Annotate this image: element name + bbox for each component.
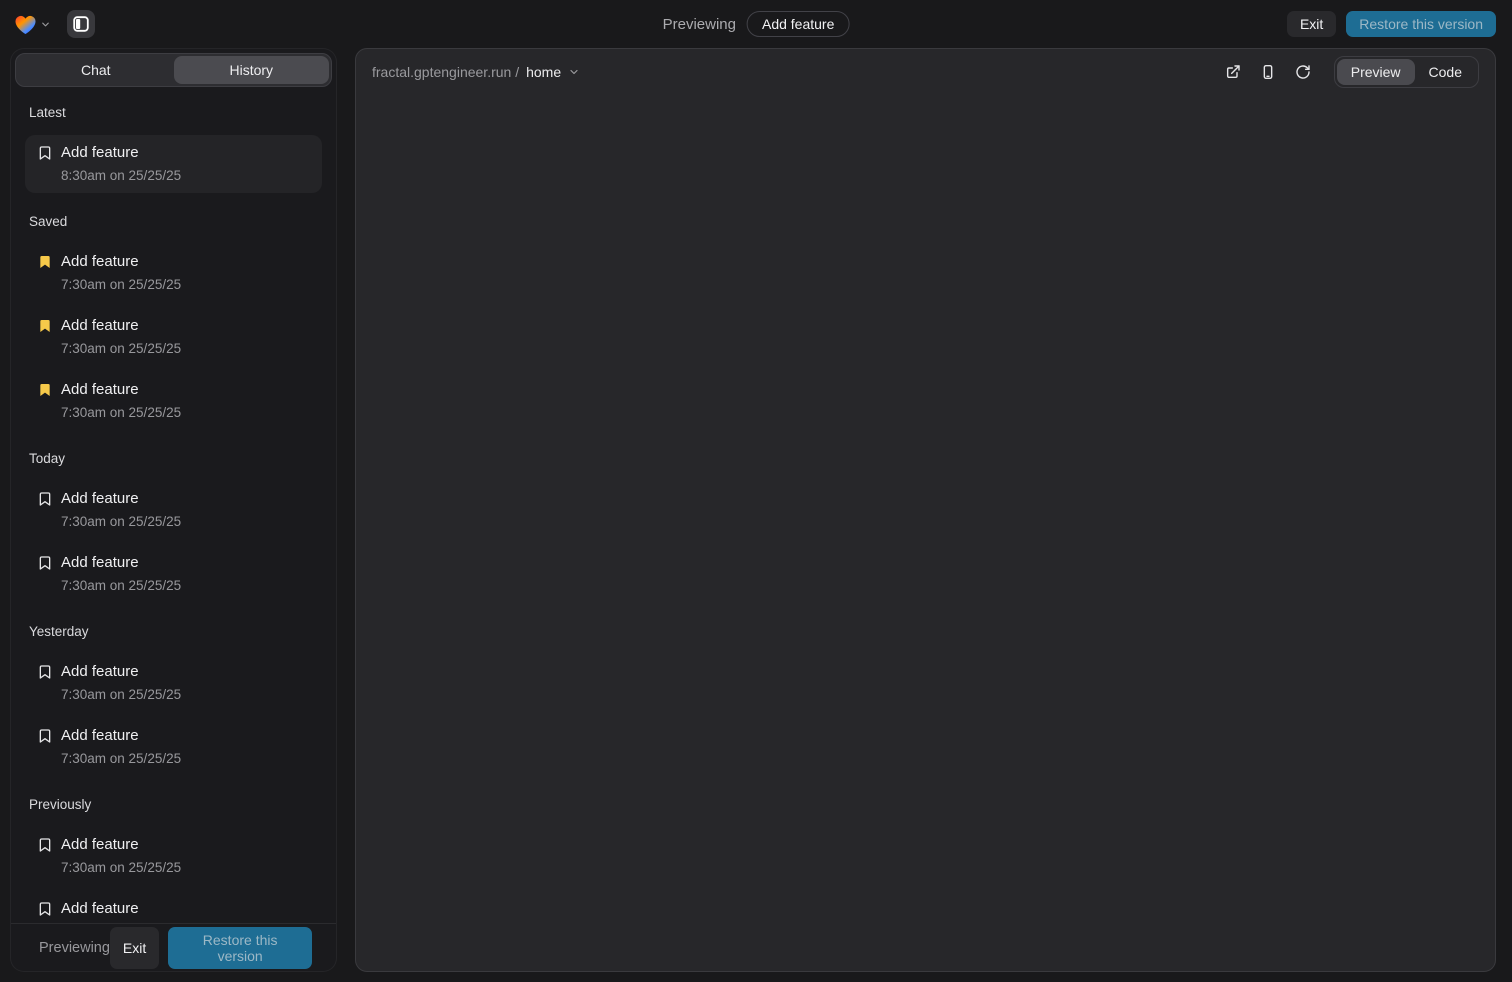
history-item-timestamp: 7:30am on 25/25/25 — [61, 512, 310, 531]
tab-history[interactable]: History — [174, 56, 330, 84]
history-item-title: Add feature — [61, 899, 139, 919]
section-header: Saved — [29, 214, 322, 229]
section-header: Previously — [29, 797, 322, 812]
view-mode-toggle: Preview Code — [1334, 56, 1479, 88]
preview-viewport — [356, 95, 1495, 971]
history-section: Latest Add feature 8:30am on 25/25/25 — [25, 105, 322, 193]
bookmark-filled-icon — [37, 254, 53, 270]
version-badge: Add feature — [747, 11, 849, 37]
bookmark-outline-icon — [37, 901, 53, 917]
url-page: home — [526, 64, 561, 80]
open-in-new-tab-icon — [1225, 64, 1241, 80]
open-in-new-tab-button[interactable] — [1225, 64, 1241, 80]
bookmark-outline-icon — [37, 837, 53, 853]
history-item-timestamp: 7:30am on 25/25/25 — [61, 275, 310, 294]
history-item-title: Add feature — [61, 380, 139, 400]
history-list: Latest Add feature 8:30am on 25/25/25 Saved… — [15, 87, 332, 923]
exit-button[interactable]: Exit — [1287, 11, 1336, 37]
bookmark-outline-icon — [37, 728, 53, 744]
workspace-controls — [12, 10, 95, 38]
history-section: YesterdayAdd feature7:30am on 25/25/25Ad… — [25, 624, 322, 776]
tab-preview[interactable]: Preview — [1337, 59, 1415, 85]
footer-exit-button[interactable]: Exit — [110, 927, 159, 969]
bookmark-filled-icon — [37, 382, 53, 398]
history-item[interactable]: Add feature 7:30am on 25/25/25 — [25, 718, 322, 776]
history-item-timestamp: 7:30am on 25/25/25 — [61, 858, 310, 877]
history-item[interactable]: Add feature 7:30am on 25/25/25 — [25, 308, 322, 366]
history-item[interactable]: Add feature 7:30am on 25/25/25 — [25, 654, 322, 712]
topbar-actions: Exit Restore this version — [1287, 11, 1496, 37]
history-item-title: Add feature — [61, 252, 139, 272]
toggle-sidebar-button[interactable] — [67, 10, 95, 38]
history-item-timestamp: 7:30am on 25/25/25 — [61, 576, 310, 595]
panel-left-icon — [73, 16, 89, 32]
history-section: SavedAdd feature7:30am on 25/25/25Add fe… — [25, 214, 322, 430]
history-item-title: Add feature — [61, 726, 139, 746]
history-item[interactable]: Add feature 7:30am on 25/25/25 — [25, 372, 322, 430]
lovable-heart-logo-icon — [14, 14, 37, 35]
preview-url-selector[interactable]: fractal.gptengineer.run / home — [372, 64, 580, 80]
content-area: Chat History Latest Add feature 8:30am on … — [0, 48, 1512, 982]
footer-previewing-label: Previewing — [39, 940, 110, 956]
sidebar-tabs: Chat History — [15, 53, 332, 87]
restore-version-button[interactable]: Restore this version — [1346, 11, 1496, 37]
refresh-button[interactable] — [1295, 64, 1311, 80]
history-item-title: Add feature — [61, 143, 139, 163]
history-section: Previously Add feature 7:30am on 25/25/25 A… — [25, 797, 322, 923]
history-item[interactable]: Add feature 7:30am on 25/25/25 — [25, 545, 322, 603]
tab-code[interactable]: Code — [1415, 59, 1476, 85]
footer-restore-version-button[interactable]: Restore this version — [168, 927, 312, 969]
previewing-label: Previewing — [663, 16, 736, 33]
history-item-timestamp: 7:30am on 25/25/25 — [61, 685, 310, 704]
history-sidebar: Chat History Latest Add feature 8:30am on … — [10, 48, 337, 972]
history-item-title: Add feature — [61, 835, 139, 855]
history-item-timestamp: 7:30am on 25/25/25 — [61, 339, 310, 358]
preview-topbar: fractal.gptengineer.run / home — [356, 49, 1495, 95]
history-item-title: Add feature — [61, 553, 139, 573]
workspace-menu-button[interactable] — [12, 12, 53, 37]
url-host: fractal.gptengineer.run / — [372, 64, 519, 80]
history-section: TodayAdd feature7:30am on 25/25/25Add fe… — [25, 451, 322, 603]
history-item-title: Add feature — [61, 316, 139, 336]
section-header: Yesterday — [29, 624, 322, 639]
history-item[interactable]: Add feature 8:30am on 25/25/25 — [25, 135, 322, 193]
chevron-down-icon — [568, 66, 580, 78]
bookmark-outline-icon — [37, 555, 53, 571]
preview-actions: Preview Code — [1225, 56, 1479, 88]
history-item-timestamp: 8:30am on 25/25/25 — [61, 166, 310, 185]
history-item[interactable]: Add feature7:30am on 25/25/25 — [25, 891, 322, 923]
history-item[interactable]: Add feature 7:30am on 25/25/25 — [25, 481, 322, 539]
mobile-view-icon — [1260, 64, 1276, 80]
sidebar-footer: Previewing Exit Restore this version — [11, 923, 336, 971]
tab-chat[interactable]: Chat — [18, 56, 174, 84]
history-item[interactable]: Add feature 7:30am on 25/25/25 — [25, 244, 322, 302]
mobile-view-button[interactable] — [1260, 64, 1276, 80]
chevron-down-icon — [40, 19, 51, 30]
history-item[interactable]: Add feature 7:30am on 25/25/25 — [25, 827, 322, 885]
history-item-title: Add feature — [61, 489, 139, 509]
bookmark-outline-icon — [37, 664, 53, 680]
history-item-timestamp: 7:30am on 25/25/25 — [61, 749, 310, 768]
section-header: Today — [29, 451, 322, 466]
preview-status: Previewing Add feature — [663, 11, 850, 37]
bookmark-filled-icon — [37, 318, 53, 334]
bookmark-outline-icon — [37, 145, 53, 161]
section-header: Latest — [29, 105, 322, 120]
refresh-icon — [1295, 64, 1311, 80]
top-bar: Previewing Add feature Exit Restore this… — [0, 0, 1512, 48]
app-window: Previewing Add feature Exit Restore this… — [0, 0, 1512, 982]
bookmark-outline-icon — [37, 491, 53, 507]
preview-panel: fractal.gptengineer.run / home — [355, 48, 1496, 972]
history-item-timestamp: 7:30am on 25/25/25 — [61, 403, 310, 422]
history-item-title: Add feature — [61, 662, 139, 682]
